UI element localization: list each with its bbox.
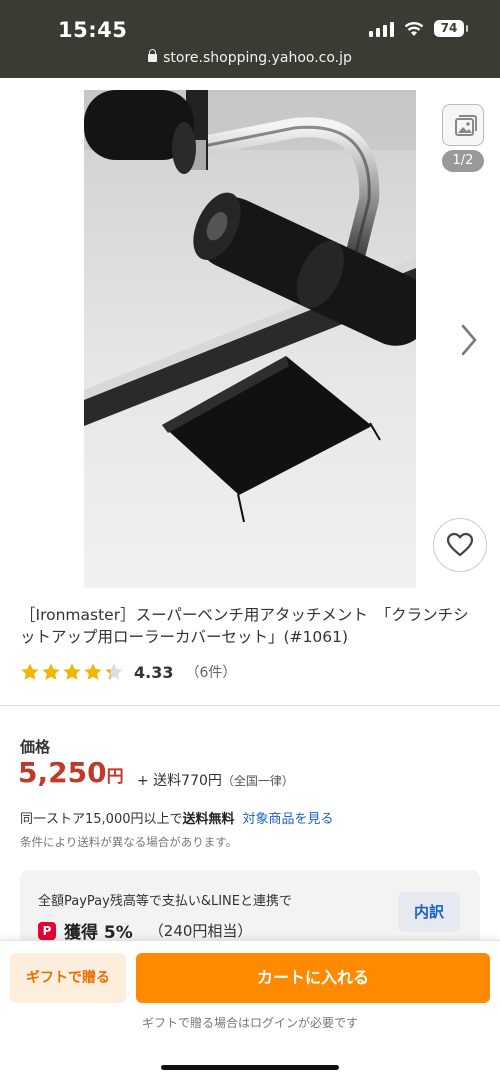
gift-login-note: ギフトで贈る場合はログインが必要です [141,1016,358,1030]
price: 5,250円 [18,756,124,789]
star-icon [105,663,123,680]
rating[interactable]: 4.33 （6件） [20,662,236,682]
star-icon [63,663,81,680]
paypay-icon: P [38,921,56,940]
gallery-button[interactable] [442,104,484,146]
bottom-action-bar: ギフトで贈る カートに入れる ギフトで贈る場合はログインが必要です [0,940,500,1080]
price-label: 価格 [20,738,51,756]
home-indicator[interactable] [161,1065,339,1070]
rating-stars [20,662,124,682]
url-bar[interactable]: store.shopping.yahoo.co.jp [0,49,500,66]
price-amount: 5,250 [18,756,107,789]
chevron-right-icon [461,324,477,356]
page: 15:45 74 store.shopping.yahoo.co.jp 1/2 … [0,0,500,1080]
shipping-text: + 送料770円 [137,773,222,789]
breakdown-button[interactable]: 内訳 [398,892,460,932]
signal-icon [369,21,394,37]
heart-icon [446,532,474,557]
next-image-button[interactable] [458,322,480,358]
wifi-icon [404,21,424,36]
url-text: store.shopping.yahoo.co.jp [163,50,352,66]
gallery-counter: 1/2 [442,150,484,172]
free-shipping-info: 同一ストア15,000円以上で送料無料 対象商品を見る [20,808,334,827]
add-to-cart-button[interactable]: カートに入れる [136,953,490,1003]
favorite-button[interactable] [433,518,487,572]
star-icon [84,663,102,680]
price-currency: 円 [106,767,124,787]
review-count: （6件） [185,665,237,681]
lock-icon [148,49,158,62]
star-icon [21,663,39,680]
star-icon [42,663,60,680]
gallery-icon [455,115,477,136]
divider [0,705,500,706]
free-shipping-text: 同一ストア15,000円以上で [20,812,183,827]
status-icons: 74 [369,20,468,37]
shipping-note: （全国一律） [221,774,294,788]
battery-icon: 74 [434,20,468,37]
paypay-text: 全額PayPay残高等で支払い&LINEと連携で [38,894,292,909]
status-bar: 15:45 74 store.shopping.yahoo.co.jp [0,0,500,78]
status-time: 15:45 [58,18,128,42]
paypay-equiv: （240円相当） [148,922,253,940]
free-shipping-bold: 送料無料 [182,812,235,827]
product-photo [84,90,416,588]
eligible-items-link[interactable]: 対象商品を見る [243,812,334,827]
product-title: ［Ironmaster］スーパーベンチ用アタッチメント 「クランチシットアップ用… [20,606,469,646]
shipping-condition-note: 条件により送料が異なる場合があります。 [20,835,238,849]
product-image[interactable] [84,90,416,588]
rating-score: 4.33 [134,662,174,682]
shipping-fee: + 送料770円（全国一律） [137,770,294,790]
gift-button[interactable]: ギフトで贈る [10,953,126,1003]
